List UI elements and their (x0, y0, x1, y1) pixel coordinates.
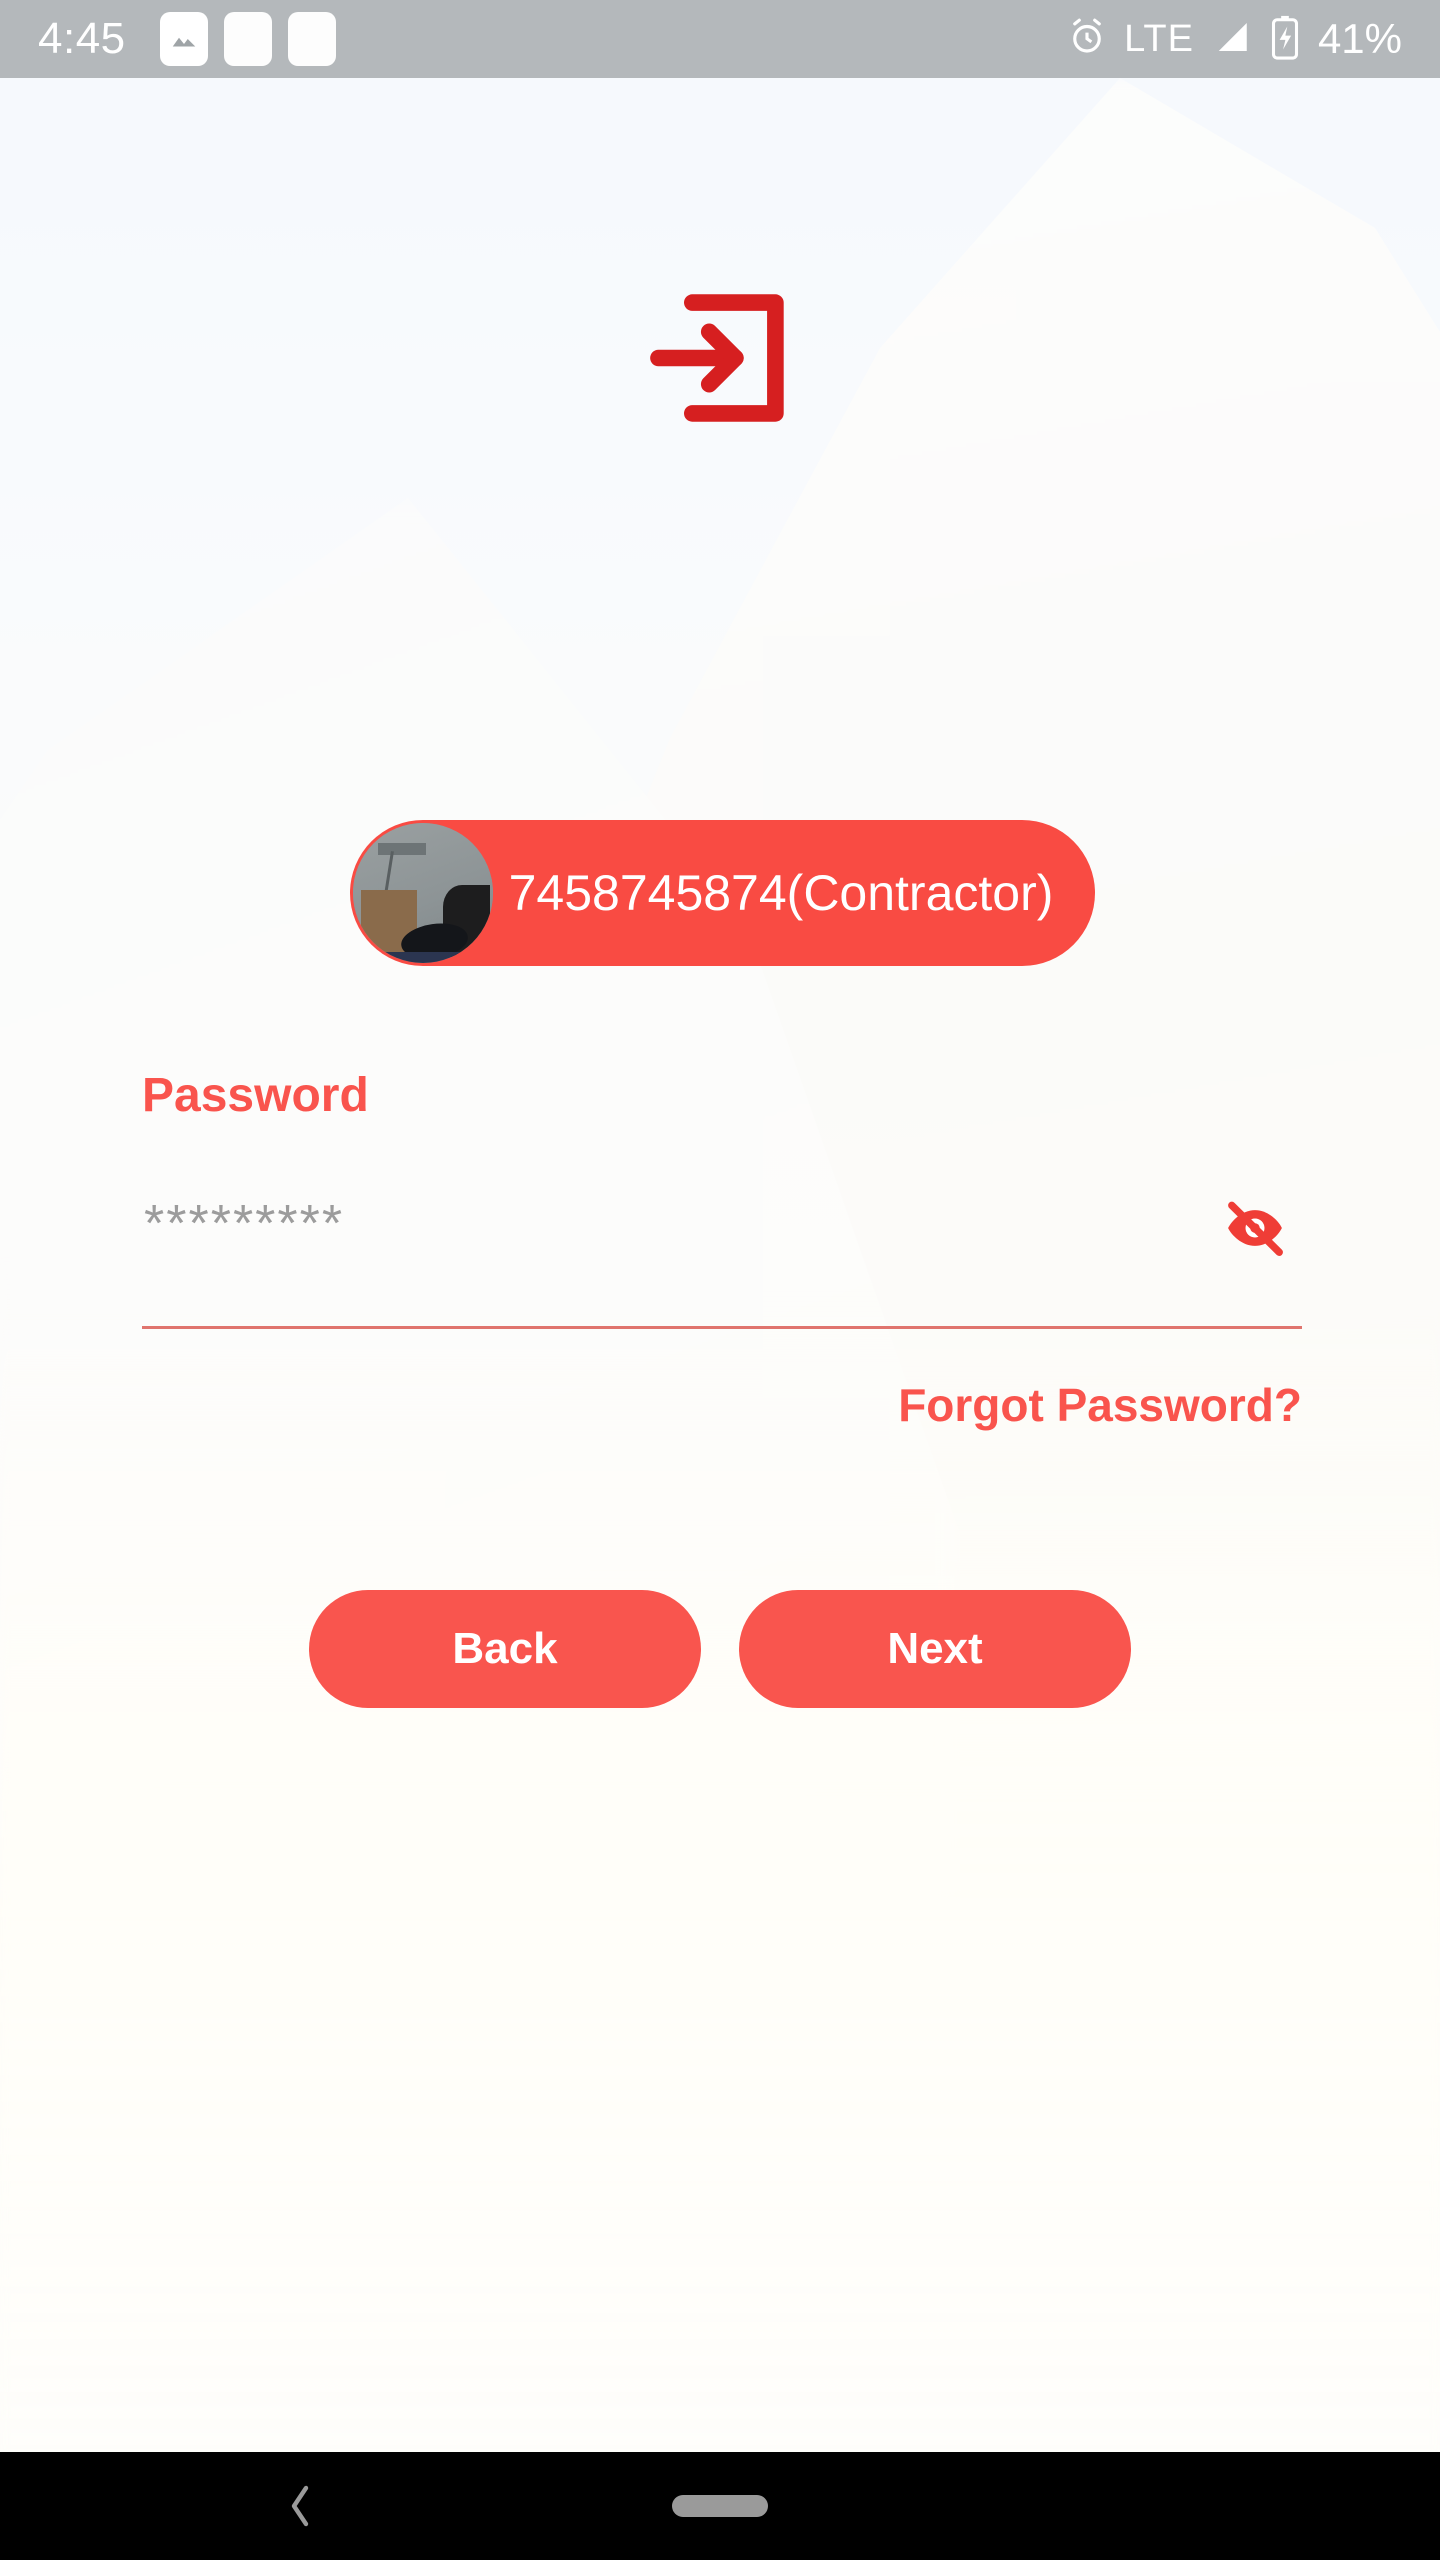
blank-notification-icon (223, 12, 272, 66)
status-bar-right: LTE 41% (1066, 14, 1440, 65)
forgot-password-link[interactable]: Forgot Password? (898, 1378, 1302, 1432)
app-logo (0, 278, 1440, 438)
password-underline (142, 1326, 1302, 1329)
action-buttons: Back Next (0, 1590, 1440, 1708)
avatar-floor (353, 951, 493, 963)
selected-user-chip[interactable]: 7458745874(Contractor) (350, 820, 1095, 966)
network-type-label: LTE (1124, 17, 1194, 60)
image-icon (159, 12, 208, 66)
battery-charging-icon (1268, 14, 1302, 65)
nav-back-button[interactable] (270, 2476, 330, 2536)
status-bar-clock: 4:45 (38, 14, 126, 63)
signal-bars-icon (1210, 16, 1252, 63)
login-arrow-icon (650, 294, 784, 422)
battery-percentage: 41% (1317, 15, 1402, 62)
next-button[interactable]: Next (739, 1590, 1131, 1708)
avatar (353, 823, 493, 963)
phone-screen: 4:45 LTE 41% 7458745874(Contractor) Pass… (0, 0, 1440, 2560)
password-input[interactable]: ********* (142, 1196, 1302, 1326)
toggle-password-visibility-button[interactable] (1210, 1190, 1300, 1266)
notification-icons (159, 12, 336, 66)
chevron-left-icon (291, 2485, 309, 2527)
alarm-icon (1066, 16, 1108, 63)
eye-off-icon (1228, 1201, 1283, 1256)
home-pill-icon[interactable] (672, 2495, 768, 2517)
login-content: 7458745874(Contractor) Password ********… (0, 78, 1440, 2452)
android-nav-bar (0, 2452, 1440, 2560)
back-button[interactable]: Back (309, 1590, 701, 1708)
status-bar-left: 4:45 (0, 12, 336, 66)
user-chip-label: 7458745874(Contractor) (508, 865, 1054, 921)
password-label: Password (142, 1069, 369, 1122)
avatar-plate (378, 842, 426, 856)
blank-notification-icon (287, 12, 336, 66)
status-bar: 4:45 LTE 41% (0, 0, 1440, 78)
password-value: ********* (144, 1195, 345, 1253)
